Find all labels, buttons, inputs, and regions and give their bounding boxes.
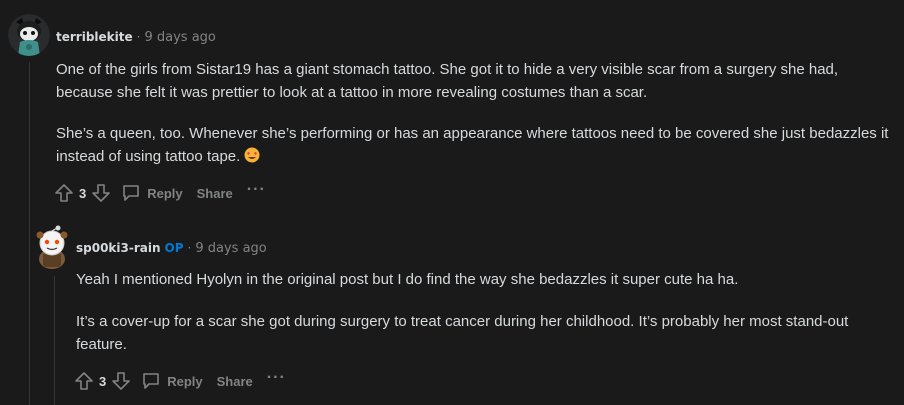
reply-label: Reply — [147, 185, 183, 201]
share-button[interactable]: Share — [197, 186, 233, 201]
op-badge: OP — [164, 241, 184, 255]
arrow-down-icon — [112, 372, 131, 390]
meta-separator: · — [136, 30, 141, 44]
comment-paragraph: Yeah I mentioned Hyolyn in the original … — [76, 271, 739, 288]
comment-paragraph: It’s a cover-up for a scar she got durin… — [76, 313, 849, 353]
snoo-avatar-icon — [8, 14, 50, 56]
upvote-button[interactable] — [72, 368, 96, 394]
vote-score: 3 — [99, 373, 107, 389]
downvote-button[interactable] — [109, 368, 133, 394]
comment-meta: terriblekite · 9 days ago — [56, 30, 216, 45]
timestamp[interactable]: 9 days ago — [195, 241, 266, 256]
timestamp[interactable]: 9 days ago — [144, 30, 215, 45]
arrow-up-icon — [55, 184, 73, 202]
thread-line-reply[interactable] — [54, 276, 55, 405]
thread-line[interactable] — [29, 62, 30, 405]
avatar[interactable] — [8, 14, 50, 56]
avatar[interactable] — [34, 225, 70, 269]
share-button[interactable]: Share — [217, 374, 253, 389]
meta-separator: · — [187, 241, 192, 255]
vote-score: 3 — [79, 185, 87, 201]
comment-paragraph: She’s a queen, too. Whenever she’s perfo… — [56, 122, 896, 170]
username[interactable]: sp00ki3-rain — [76, 241, 161, 255]
snoo-avatar-icon — [36, 225, 68, 269]
arrow-down-icon — [92, 184, 111, 202]
more-options-button[interactable]: ··· — [247, 182, 266, 201]
downvote-button[interactable] — [89, 180, 113, 206]
upvote-button[interactable] — [52, 180, 76, 206]
more-options-button[interactable]: ··· — [267, 370, 286, 389]
reply-button[interactable]: Reply — [121, 183, 183, 203]
star-struck-emoji-icon — [244, 147, 260, 170]
comment-actions: 3 Reply Share ··· — [72, 368, 286, 394]
speech-bubble-icon — [143, 373, 160, 389]
arrow-up-icon — [75, 372, 93, 390]
comment-paragraph-text: She’s a queen, too. Whenever she’s perfo… — [56, 125, 889, 165]
username[interactable]: terriblekite — [56, 30, 133, 44]
reply-button[interactable]: Reply — [141, 371, 203, 391]
comment-actions: 3 Reply Share ··· — [52, 180, 266, 206]
speech-bubble-icon — [123, 185, 140, 201]
comment-meta: sp00ki3-rain OP · 9 days ago — [76, 241, 267, 256]
reply-label: Reply — [167, 373, 203, 389]
comment-paragraph: One of the girls from Sistar19 has a gia… — [56, 61, 839, 101]
